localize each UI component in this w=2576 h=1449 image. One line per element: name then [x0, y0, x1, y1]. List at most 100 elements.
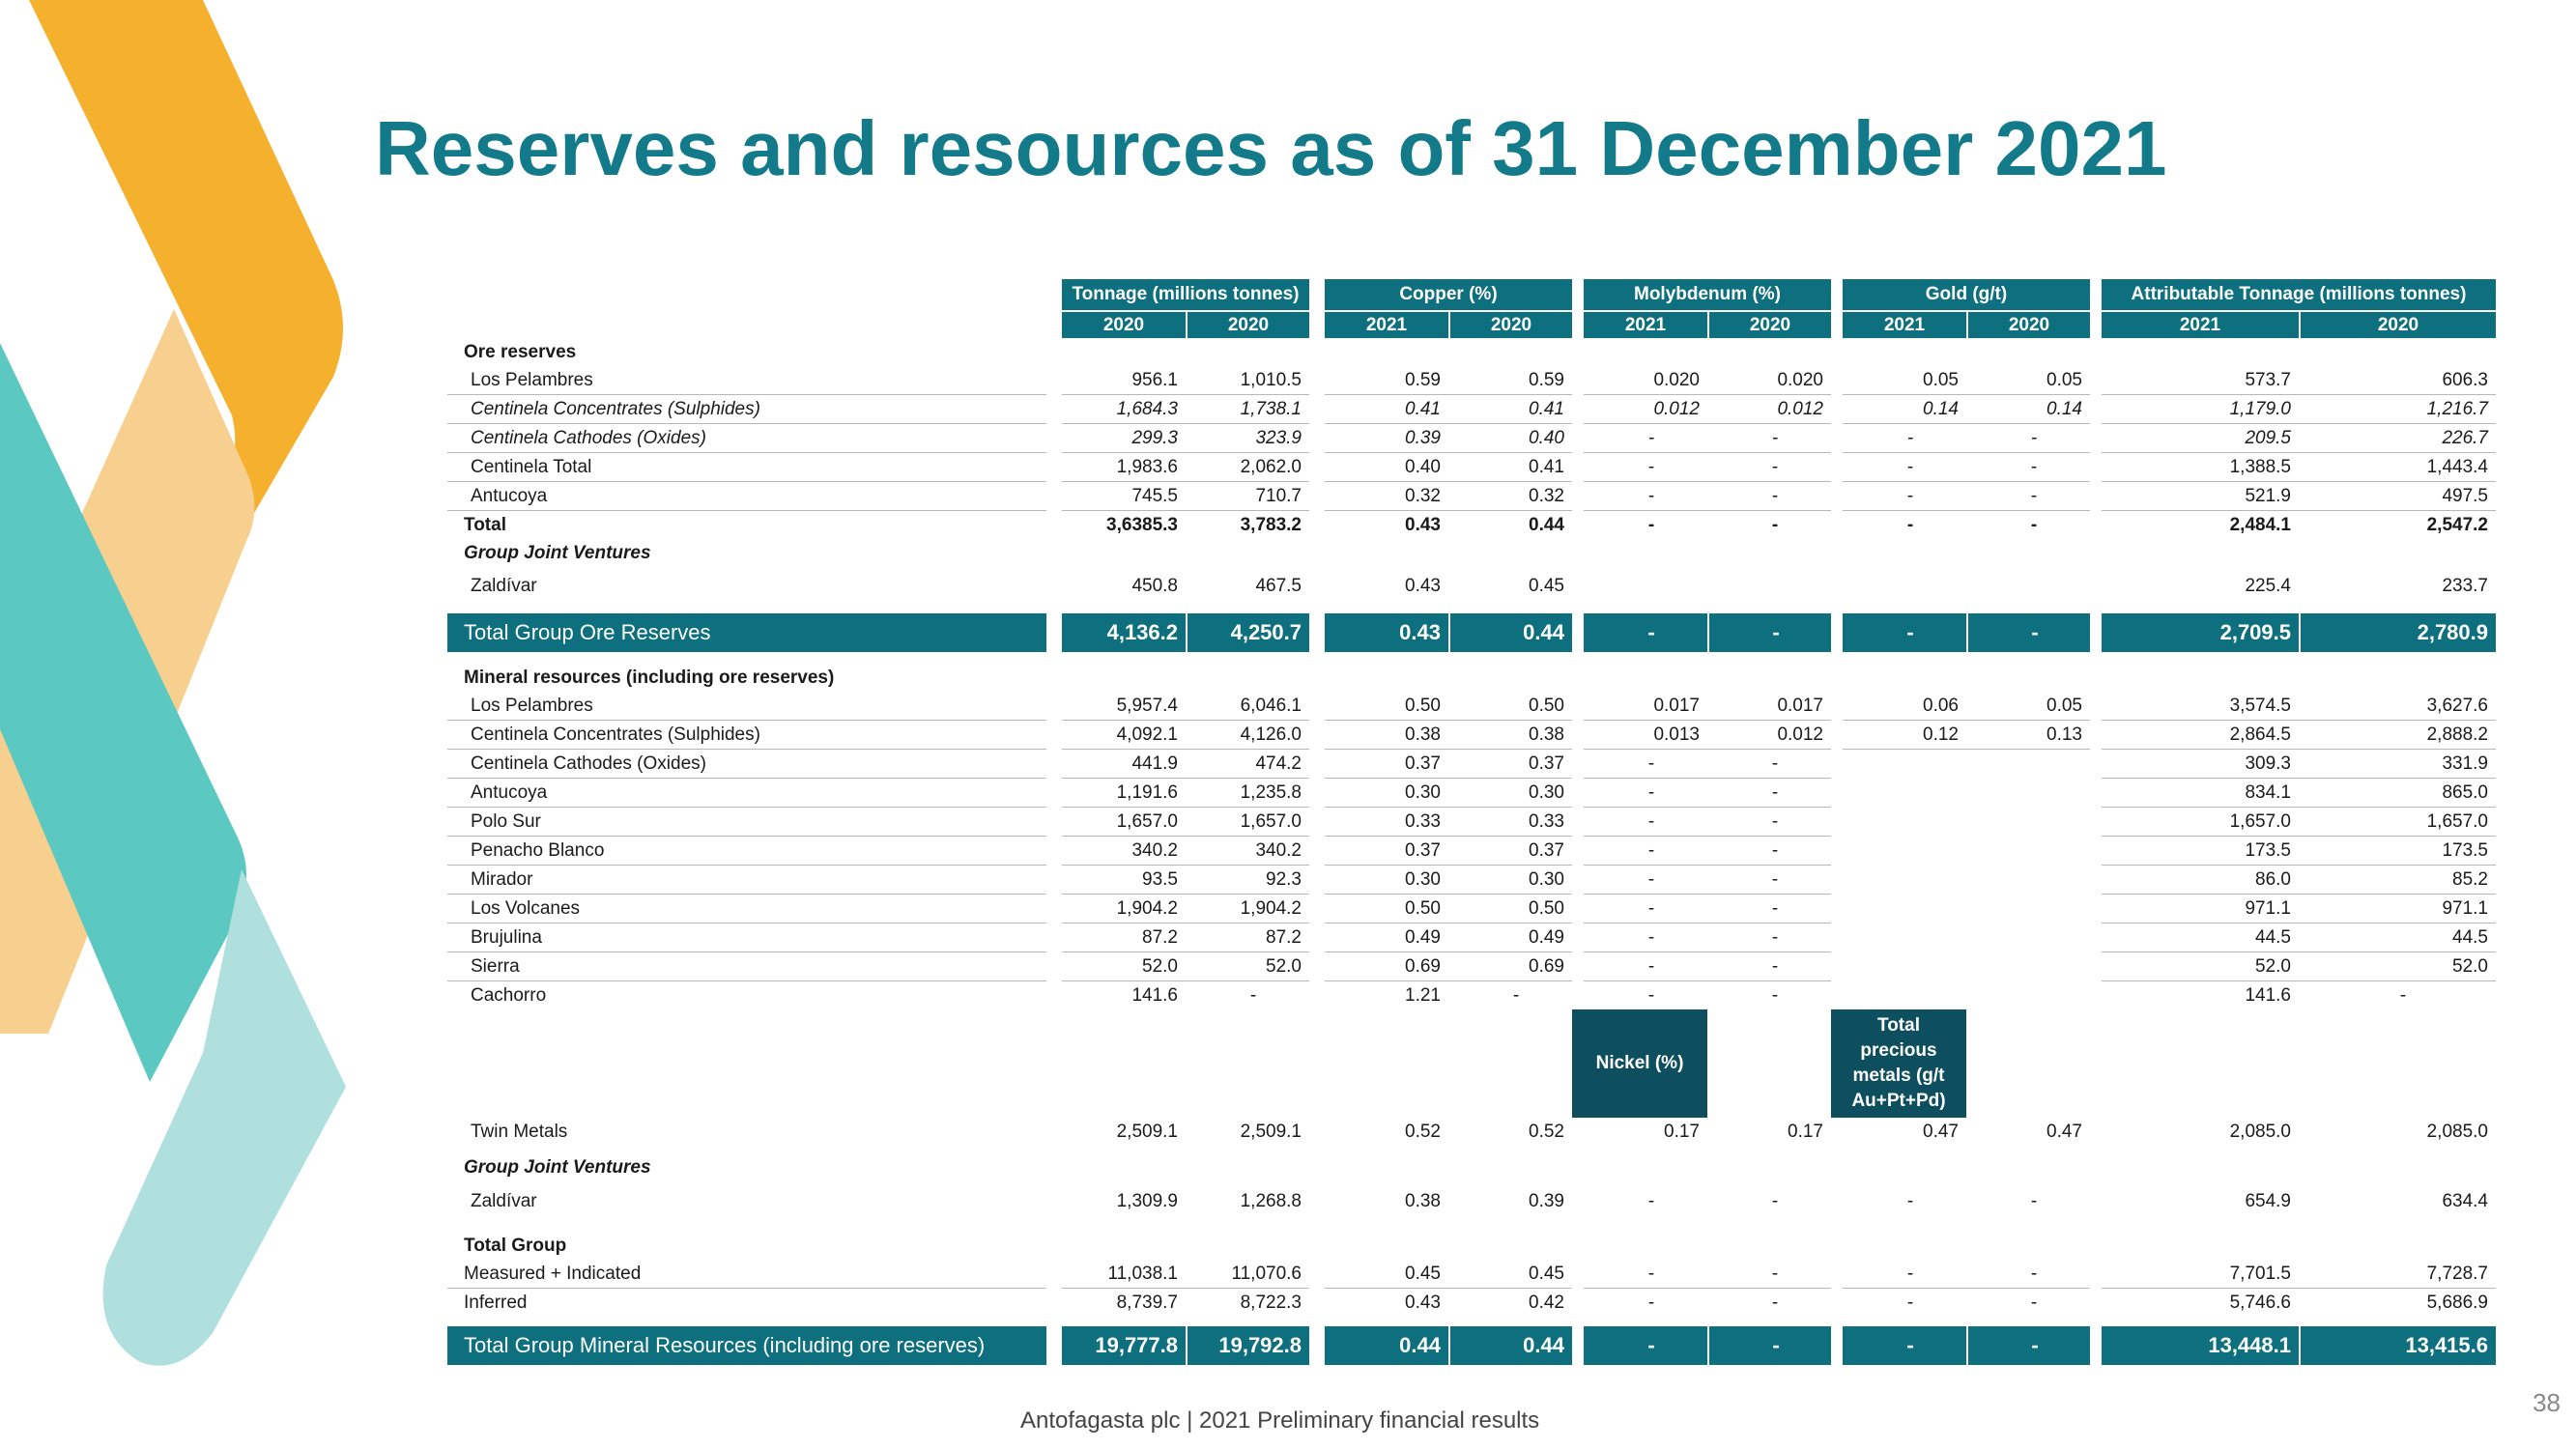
mineral-resource-row: Centinela Cathodes (Oxides) 441.9 474.2 0.3…	[447, 750, 2496, 779]
row-label: Zaldívar	[471, 576, 537, 596]
value-cell	[1707, 567, 1831, 606]
value-cell: 1,738.1	[1186, 395, 1309, 424]
value-cell	[1843, 866, 1966, 895]
value-cell	[1843, 567, 1966, 606]
value-cell: 173.5	[2102, 837, 2299, 866]
value-cell: 2,484.1	[2229, 514, 2291, 535]
total-value-cell: -	[1707, 1326, 1831, 1365]
value-cell: 0.17	[1664, 1121, 1700, 1142]
value-cell: 233.7	[2442, 576, 2488, 596]
column-group-header: Tonnage (millions tonnes)	[1062, 279, 1309, 310]
reserves-resources-table: Tonnage (millions tonnes) Copper (%) Molyb…	[447, 279, 2496, 1365]
value-cell: -	[1647, 1191, 1655, 1211]
value-cell: -	[1966, 453, 2090, 482]
value-cell: 1,657.0	[1186, 808, 1309, 837]
value-cell: 0.43	[1405, 514, 1441, 535]
ore-reserve-row: Antucoya 745.5 710.7 0.32 0.32- - - -521.9 497.5	[447, 482, 2496, 511]
row-label: Mirador	[447, 866, 1046, 895]
value-cell: 52.0	[2102, 952, 2299, 981]
value-cell: 0.30	[1448, 866, 1572, 895]
spacer-row	[447, 1146, 2496, 1153]
value-cell: 2,509.1	[1116, 1121, 1178, 1142]
value-cell: 1,179.0	[2102, 395, 2299, 424]
column-group-header: Molybdenum (%)	[1584, 279, 1831, 310]
value-cell: -	[2399, 984, 2407, 1006]
value-cell: 1,216.7	[2299, 395, 2496, 424]
value-cell: 1,010.5	[1186, 366, 1309, 395]
value-cell: 52.0	[1062, 952, 1186, 981]
value-cell	[1966, 952, 2090, 981]
value-cell: -	[1707, 482, 1831, 511]
value-cell: -	[1771, 514, 1779, 535]
value-cell: 44.5	[2299, 923, 2496, 952]
value-cell: 85.2	[2299, 866, 2496, 895]
value-cell: -	[1707, 837, 1831, 866]
year-header: 2021	[2102, 310, 2299, 338]
value-cell: 971.1	[2299, 895, 2496, 923]
total-value-cell: 19,792.8	[1186, 1326, 1309, 1365]
value-cell: 956.1	[1062, 366, 1186, 395]
value-cell: 0.50	[1448, 895, 1572, 923]
value-cell: 2,547.2	[2426, 514, 2488, 535]
row-label: Los Volcanes	[447, 895, 1046, 923]
value-cell: -	[1584, 750, 1707, 779]
value-cell: 44.5	[2102, 923, 2299, 952]
value-cell: 606.3	[2299, 366, 2496, 395]
value-cell: 0.49	[1448, 923, 1572, 952]
value-cell: 3,783.2	[1240, 514, 1302, 535]
total-value-cell: 0.44	[1448, 1326, 1572, 1365]
row-label: Antucoya	[447, 779, 1046, 808]
row-label: Centinela Cathodes (Oxides)	[447, 750, 1046, 779]
row-label: Los Pelambres	[447, 366, 1046, 395]
row-label: Penacho Blanco	[447, 837, 1046, 866]
value-cell: 834.1	[2102, 779, 2299, 808]
year-header-row: 2020 2020 2021 2020 2021 2020 2021 2020 2021 2020	[447, 310, 2496, 338]
ore-jv-heading: Group Joint Ventures	[464, 542, 651, 563]
value-cell: 0.12	[1843, 721, 1966, 750]
mineral-resource-row: Mirador 93.5 92.3 0.30 0.30- -86.0 85.2	[447, 866, 2496, 895]
value-cell: 0.05	[1966, 692, 2090, 721]
value-cell: 450.8	[1131, 576, 1178, 596]
value-cell: -	[1843, 482, 1966, 511]
value-cell: 225.4	[2245, 576, 2291, 596]
value-cell: -	[1584, 424, 1707, 453]
value-cell: -	[1843, 1260, 1966, 1289]
value-cell: -	[1512, 984, 1520, 1006]
value-cell: -	[1584, 866, 1707, 895]
value-cell	[1843, 923, 1966, 952]
page-title: Reserves and resources as of 31 December…	[375, 105, 2167, 191]
value-cell: 474.2	[1186, 750, 1309, 779]
value-cell: 971.1	[2102, 895, 2299, 923]
value-cell: 0.012	[1707, 721, 1831, 750]
column-group-header: Attributable Tonnage (millions tonnes)	[2102, 279, 2496, 310]
twin-metals-header-row: Nickel (%) Total precious metals (g/t Au+…	[447, 1009, 2496, 1118]
value-cell: 1,191.6	[1062, 779, 1186, 808]
mineral-resource-row: Los Volcanes 1,904.2 1,904.2 0.50 0.50- -971.…	[447, 895, 2496, 923]
spacer-row	[447, 606, 2496, 613]
value-cell: -	[1707, 866, 1831, 895]
value-cell: -	[2030, 1292, 2038, 1313]
value-cell	[1966, 981, 2090, 1009]
value-cell: 0.012	[1584, 395, 1707, 424]
value-cell: -	[1707, 779, 1831, 808]
value-cell: 1,983.6	[1062, 453, 1186, 482]
value-cell: 0.37	[1448, 750, 1572, 779]
value-cell: -	[1771, 1191, 1779, 1211]
value-cell: 0.50	[1448, 692, 1572, 721]
value-cell: 0.05	[1966, 366, 2090, 395]
value-cell: -	[1707, 1260, 1831, 1289]
value-cell: 0.33	[1448, 808, 1572, 837]
value-cell: 1,657.0	[2102, 808, 2299, 837]
resources-jv-row: Zaldívar 1,309.9 1,268.8 0.38 0.39 - - - - 654.9 6…	[447, 1181, 2496, 1222]
value-cell: -	[1707, 895, 1831, 923]
mineral-resources-heading-row: Mineral resources (including ore reserve…	[447, 664, 2496, 692]
value-cell: 0.30	[1325, 866, 1448, 895]
value-cell	[1966, 895, 2090, 923]
value-cell: -	[1966, 1260, 2090, 1289]
mineral-resource-row: Penacho Blanco 340.2 340.2 0.37 0.37- -173.5 1…	[447, 837, 2496, 866]
precious-metals-header: Total precious metals (g/t Au+Pt+Pd)	[1831, 1009, 1966, 1118]
total-value-cell: -	[1707, 613, 1831, 652]
value-cell: 8,739.7	[1116, 1292, 1178, 1313]
year-header: 2021	[1843, 310, 1966, 338]
value-cell: 5,686.9	[2426, 1292, 2488, 1313]
